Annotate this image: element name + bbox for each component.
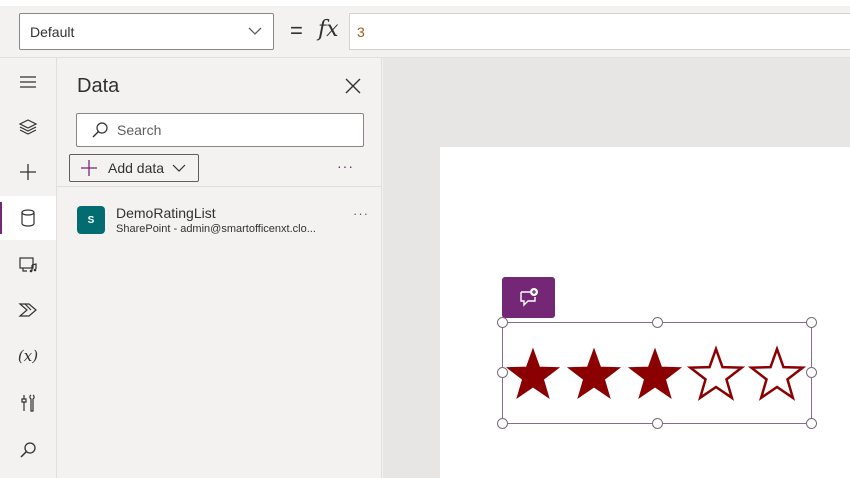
resize-handle-bottom-right[interactable] [806, 418, 817, 429]
add-data-button[interactable]: Add data [69, 154, 199, 182]
plus-icon [20, 164, 36, 180]
tree-view-button[interactable] [0, 105, 56, 149]
plus-icon [81, 160, 97, 176]
fx-icon[interactable]: fx [318, 17, 339, 42]
media-icon [19, 257, 37, 273]
add-data-label: Add data [108, 160, 165, 176]
hamburger-icon [20, 76, 36, 88]
database-icon [21, 209, 35, 227]
power-automate-icon [18, 303, 37, 317]
rating-stars[interactable] [502, 344, 812, 404]
divider [57, 186, 382, 187]
comment-add-icon [519, 287, 538, 307]
tools-icon [21, 394, 35, 412]
variables-icon: (x) [17, 347, 39, 365]
chevron-down-icon [172, 164, 186, 172]
data-source-subtitle: SharePoint - admin@smartofficenxt.clo... [116, 223, 316, 235]
search-input[interactable]: Search [76, 113, 364, 147]
pane-title: Data [77, 75, 120, 97]
resize-handle-bottom-left[interactable] [497, 418, 508, 429]
variables-button[interactable]: (x) [0, 334, 56, 378]
search-icon [20, 442, 36, 458]
formula-text: 3 [357, 23, 365, 40]
star-empty[interactable] [686, 345, 746, 401]
media-button[interactable] [0, 243, 56, 287]
data-source-name: DemoRatingList [116, 205, 216, 221]
search-placeholder: Search [117, 122, 162, 138]
formula-bar: Default = fx 3 [0, 0, 850, 58]
star-filled[interactable] [566, 347, 622, 400]
property-dropdown-value: Default [30, 23, 75, 40]
formula-input[interactable]: 3 [349, 13, 850, 50]
power-automate-button[interactable] [0, 288, 56, 332]
add-comment-button[interactable] [502, 277, 555, 318]
star-filled[interactable] [627, 347, 683, 400]
data-source-more-icon[interactable]: ··· [353, 206, 369, 221]
data-pane: Data Search Add data ··· S DemoRatingLis… [57, 58, 382, 478]
close-icon[interactable] [344, 77, 362, 95]
data-source-item[interactable]: S DemoRatingList SharePoint - admin@smar… [57, 198, 382, 250]
more-options-icon[interactable]: ··· [337, 158, 354, 174]
sharepoint-icon: S [77, 206, 105, 234]
left-rail: (x) [0, 58, 57, 478]
chevron-down-icon [248, 27, 262, 35]
resize-handle-bottom[interactable] [652, 418, 663, 429]
resize-handle-top-left[interactable] [497, 317, 508, 328]
search-icon [92, 122, 108, 138]
insert-button[interactable] [0, 150, 56, 194]
sharepoint-icon-letter: S [87, 214, 95, 226]
star-filled[interactable] [505, 347, 561, 400]
advanced-tools-button[interactable] [0, 381, 56, 425]
resize-handle-top[interactable] [652, 317, 663, 328]
property-dropdown[interactable]: Default [19, 13, 274, 50]
data-button[interactable] [0, 196, 56, 240]
hamburger-button[interactable] [0, 60, 56, 104]
layers-icon [18, 119, 38, 135]
equals-sign: = [290, 18, 303, 43]
star-empty[interactable] [747, 345, 807, 401]
search-button[interactable] [0, 428, 56, 472]
resize-handle-top-right[interactable] [806, 317, 817, 328]
